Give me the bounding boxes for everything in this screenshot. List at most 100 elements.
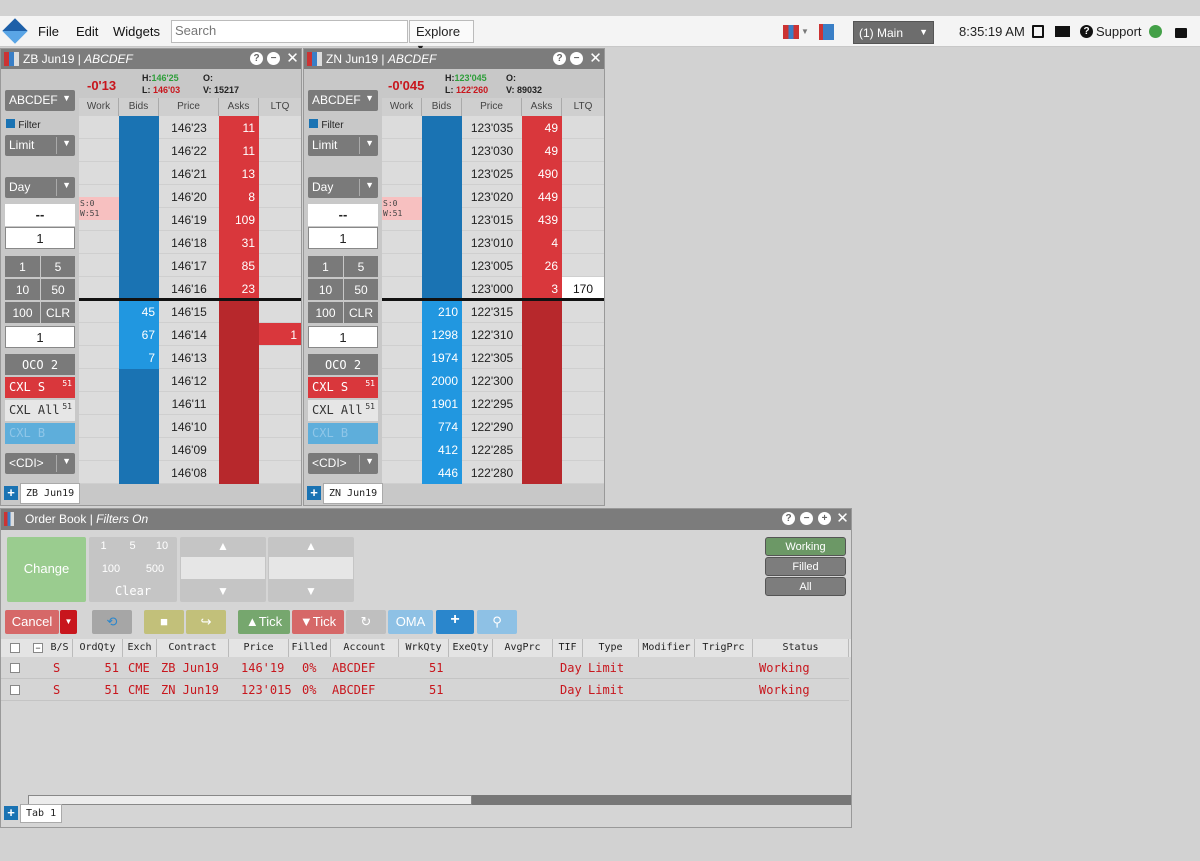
- zn-window-title[interactable]: ZN Jun19 | ABCDEF ? − ✕: [304, 49, 604, 69]
- ob-tab[interactable]: Tab 1: [20, 804, 63, 823]
- bid-cell[interactable]: [119, 369, 159, 392]
- zb-qty-field-2[interactable]: 1: [5, 326, 75, 348]
- price-cell[interactable]: 146'17: [159, 254, 219, 277]
- column-header[interactable]: ExeQty: [449, 639, 493, 657]
- ask-cell[interactable]: [522, 415, 562, 438]
- price-cell[interactable]: 122'300: [462, 369, 522, 392]
- bid-cell[interactable]: 7: [119, 346, 159, 369]
- column-header[interactable]: Contract: [157, 639, 229, 657]
- ob-price-field[interactable]: [181, 557, 265, 579]
- column-header[interactable]: WrkQty: [399, 639, 449, 657]
- ltq-cell[interactable]: [259, 300, 301, 323]
- price-cell[interactable]: 146'19: [159, 208, 219, 231]
- zb-order-type-select[interactable]: Limit ▼: [5, 135, 75, 156]
- zb-tif-select[interactable]: Day ▼: [5, 177, 75, 198]
- ask-cell[interactable]: [219, 300, 259, 323]
- ask-cell[interactable]: [522, 323, 562, 346]
- ltq-cell[interactable]: [259, 346, 301, 369]
- price-cell[interactable]: 146'15: [159, 300, 219, 323]
- zn-price-field[interactable]: --: [308, 204, 378, 226]
- bid-cell[interactable]: [422, 116, 462, 139]
- bid-cell[interactable]: 1974: [422, 346, 462, 369]
- ltq-cell[interactable]: [259, 277, 301, 300]
- zb-cdi-select[interactable]: <CDI> ▼: [5, 453, 75, 474]
- work-cell[interactable]: [382, 254, 422, 277]
- zb-qty-field[interactable]: 1: [5, 227, 75, 249]
- ask-cell[interactable]: 8: [219, 185, 259, 208]
- filter-all-button[interactable]: All: [765, 577, 846, 596]
- price-cell[interactable]: 146'08: [159, 461, 219, 484]
- zn-qty-10-button[interactable]: 10: [308, 279, 343, 300]
- arrow-down-icon[interactable]: ▼: [305, 584, 317, 598]
- bid-cell[interactable]: [422, 185, 462, 208]
- zb-oco-button[interactable]: OCO 2: [5, 354, 75, 375]
- menu-file[interactable]: File: [38, 24, 59, 39]
- help-icon[interactable]: ?: [1080, 25, 1093, 38]
- ask-cell[interactable]: 11: [219, 139, 259, 162]
- bid-cell[interactable]: [119, 231, 159, 254]
- ob-qty-500-button[interactable]: 500: [133, 563, 177, 575]
- help-icon[interactable]: ?: [250, 52, 263, 65]
- work-cell[interactable]: [79, 231, 119, 254]
- work-cell[interactable]: [382, 323, 422, 346]
- price-cell[interactable]: 123'025: [462, 162, 522, 185]
- add-tab-icon[interactable]: +: [4, 486, 18, 500]
- ltq-cell[interactable]: [259, 254, 301, 277]
- tick-up-button[interactable]: ▲Tick: [238, 610, 290, 634]
- price-cell[interactable]: 146'16: [159, 277, 219, 300]
- ltq-cell[interactable]: [562, 300, 604, 323]
- ob-clear-button[interactable]: Clear: [89, 584, 177, 598]
- price-cell[interactable]: 122'305: [462, 346, 522, 369]
- bid-cell[interactable]: [119, 392, 159, 415]
- stop-icon[interactable]: ■: [144, 610, 184, 634]
- work-cell[interactable]: [79, 369, 119, 392]
- work-cell[interactable]: [79, 438, 119, 461]
- column-header[interactable]: Type: [583, 639, 639, 657]
- price-cell[interactable]: 146'12: [159, 369, 219, 392]
- ob-trigger-field[interactable]: [269, 557, 353, 579]
- column-header[interactable]: AvgPrc: [493, 639, 553, 657]
- ask-cell[interactable]: 26: [522, 254, 562, 277]
- work-cell[interactable]: [79, 139, 119, 162]
- ask-cell[interactable]: 49: [522, 116, 562, 139]
- ltq-cell[interactable]: [259, 461, 301, 484]
- save-icon[interactable]: [1032, 25, 1044, 38]
- column-header[interactable]: Exch: [123, 639, 157, 657]
- ask-cell[interactable]: 439: [522, 208, 562, 231]
- work-cell[interactable]: [382, 438, 422, 461]
- column-header[interactable]: Status: [753, 639, 849, 657]
- working-order-indicator[interactable]: S:0 W:51: [382, 197, 422, 220]
- oma-button[interactable]: OMA: [388, 610, 433, 634]
- ask-cell[interactable]: 31: [219, 231, 259, 254]
- filter-icon[interactable]: ⚲: [477, 610, 517, 634]
- bid-cell[interactable]: 412: [422, 438, 462, 461]
- row-checkbox[interactable]: [10, 663, 20, 673]
- ask-cell[interactable]: 11: [219, 116, 259, 139]
- ltq-cell[interactable]: [259, 415, 301, 438]
- bid-cell[interactable]: [422, 208, 462, 231]
- ltq-cell[interactable]: [259, 139, 301, 162]
- ask-cell[interactable]: [219, 438, 259, 461]
- arrow-down-icon[interactable]: ▼: [217, 584, 229, 598]
- ltq-cell[interactable]: [562, 162, 604, 185]
- ltq-cell[interactable]: [562, 415, 604, 438]
- bid-cell[interactable]: 1901: [422, 392, 462, 415]
- layout-caret-icon[interactable]: ▼: [801, 27, 809, 36]
- bid-cell[interactable]: 210: [422, 300, 462, 323]
- bid-cell[interactable]: [119, 461, 159, 484]
- work-cell[interactable]: [382, 162, 422, 185]
- column-header[interactable]: Price: [229, 639, 289, 657]
- price-cell[interactable]: 122'290: [462, 415, 522, 438]
- zb-qty-1-button[interactable]: 1: [5, 256, 40, 277]
- zn-tab[interactable]: ZN Jun19: [323, 483, 384, 504]
- ltq-cell[interactable]: [562, 254, 604, 277]
- zb-account-select[interactable]: ABCDEF ▼: [5, 90, 75, 111]
- ltq-cell[interactable]: [562, 139, 604, 162]
- horizontal-scrollbar[interactable]: [28, 795, 851, 805]
- bid-cell[interactable]: 45: [119, 300, 159, 323]
- workspace-icon[interactable]: [819, 24, 834, 40]
- work-cell[interactable]: [382, 392, 422, 415]
- price-cell[interactable]: 123'030: [462, 139, 522, 162]
- ob-qty-5-button[interactable]: 5: [118, 540, 147, 552]
- select-all-checkbox[interactable]: [10, 643, 20, 653]
